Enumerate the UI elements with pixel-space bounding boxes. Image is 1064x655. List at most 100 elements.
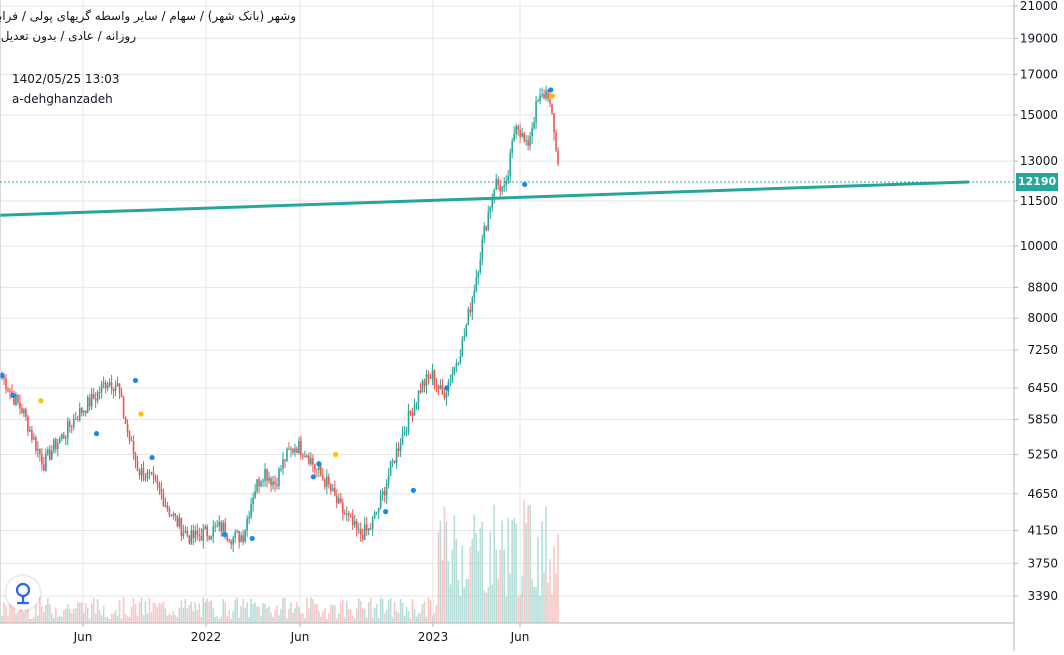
- y-tick-label: 15000: [1020, 108, 1058, 122]
- candle-body: [80, 407, 83, 413]
- volume-bar: [114, 610, 117, 623]
- volume-bar: [361, 607, 364, 623]
- chart-area[interactable]: 21000 19000 17000 15000 13000 11500 10000 8800 8…: [0, 0, 1064, 651]
- candle-body: [7, 389, 9, 392]
- candle-body: [128, 432, 131, 441]
- candle-body: [202, 529, 205, 541]
- volume-bar: [70, 613, 73, 623]
- candle-body: [266, 469, 268, 481]
- candle-body: [242, 535, 244, 542]
- candle-body: [158, 483, 161, 489]
- volume-bar: [525, 523, 527, 623]
- volume-bar: [68, 608, 71, 623]
- candle-body: [515, 126, 517, 134]
- volume-bar: [363, 608, 366, 623]
- volume-bar: [168, 613, 171, 623]
- volume-bar: [90, 603, 93, 623]
- volume-bar: [537, 537, 539, 623]
- volume-bar: [170, 615, 173, 623]
- volume-bar: [439, 520, 442, 623]
- volume-bar: [312, 598, 314, 623]
- candle-body: [389, 461, 392, 476]
- candle-body: [190, 530, 193, 544]
- volume-bar: [523, 499, 525, 623]
- signal-marker-blue: [10, 392, 16, 399]
- volume-bar: [94, 613, 97, 623]
- volume-bar: [429, 600, 432, 623]
- volume-bar: [296, 602, 298, 623]
- volume-bar: [21, 608, 23, 623]
- candle-body: [553, 113, 555, 133]
- volume-bar: [156, 606, 159, 623]
- candle-body: [298, 441, 300, 453]
- volume-bar: [549, 559, 551, 623]
- x-tick-label: Jun: [290, 630, 310, 644]
- price-chart[interactable]: 21000 19000 17000 15000 13000 11500 10000 8800 8…: [0, 0, 1064, 651]
- volume-bar: [473, 515, 476, 623]
- volume-bar: [138, 602, 141, 623]
- candle-body: [351, 516, 354, 526]
- candle-body: [387, 475, 390, 484]
- candle-body: [92, 394, 95, 399]
- candle-body: [509, 153, 511, 177]
- volume-bar: [194, 602, 197, 623]
- volume-bar: [393, 602, 396, 623]
- volume-bar: [413, 608, 416, 623]
- volume-bar: [47, 598, 49, 623]
- volume-bar: [158, 602, 161, 623]
- candle-body: [41, 454, 43, 465]
- candle-body: [35, 437, 37, 451]
- candle-body: [521, 132, 523, 137]
- volume-bar: [3, 602, 5, 623]
- volume-bar: [164, 608, 167, 623]
- volume-bar: [455, 539, 458, 623]
- candle-body: [156, 479, 159, 484]
- candle-body: [216, 525, 219, 527]
- candle-body: [391, 460, 394, 462]
- candle-body: [363, 524, 366, 540]
- candle-body: [186, 530, 189, 536]
- volume-bar: [316, 604, 318, 623]
- candle-body: [104, 382, 107, 389]
- y-tick-label: 5250: [1027, 447, 1058, 461]
- volume-bar: [425, 616, 428, 623]
- y-tick-label: 19000: [1020, 31, 1058, 45]
- candle-body: [519, 129, 521, 137]
- volume-bar: [216, 616, 219, 623]
- y-tick-label: 6450: [1027, 381, 1058, 395]
- volume-bar: [174, 615, 177, 623]
- volume-bar: [228, 610, 230, 623]
- candle-body: [88, 397, 91, 407]
- candle-body: [70, 426, 73, 428]
- candle-body: [469, 309, 472, 313]
- volume-bar: [184, 598, 187, 623]
- volume-bar: [387, 600, 390, 623]
- volume-bar: [182, 607, 185, 623]
- volume-bar: [369, 597, 372, 623]
- candle-body: [441, 385, 444, 395]
- candle-body: [513, 133, 515, 142]
- volume-bar: [74, 608, 77, 623]
- candle-body: [126, 423, 129, 433]
- volume-bar: [292, 612, 294, 623]
- volume-bar: [535, 586, 537, 623]
- candle-body: [64, 437, 67, 439]
- candle-body: [381, 491, 384, 496]
- candle-body: [332, 488, 334, 491]
- volume-bar: [288, 608, 290, 623]
- volume-bar: [489, 531, 492, 623]
- candle-body: [154, 475, 157, 480]
- x-tick-label: 2023: [418, 630, 449, 644]
- tradingview-logo-icon[interactable]: [6, 576, 40, 610]
- candle-body: [537, 100, 539, 102]
- volume-bar: [53, 617, 55, 623]
- trendline: [0, 180, 970, 217]
- candle-body: [17, 394, 19, 403]
- volume-bar: [244, 607, 246, 623]
- volume-bar: [475, 533, 478, 623]
- volume-bar: [487, 587, 490, 623]
- candle-body: [198, 534, 201, 536]
- volume-bar: [543, 572, 545, 623]
- volume-bar: [421, 604, 424, 623]
- volume-bar: [423, 601, 426, 623]
